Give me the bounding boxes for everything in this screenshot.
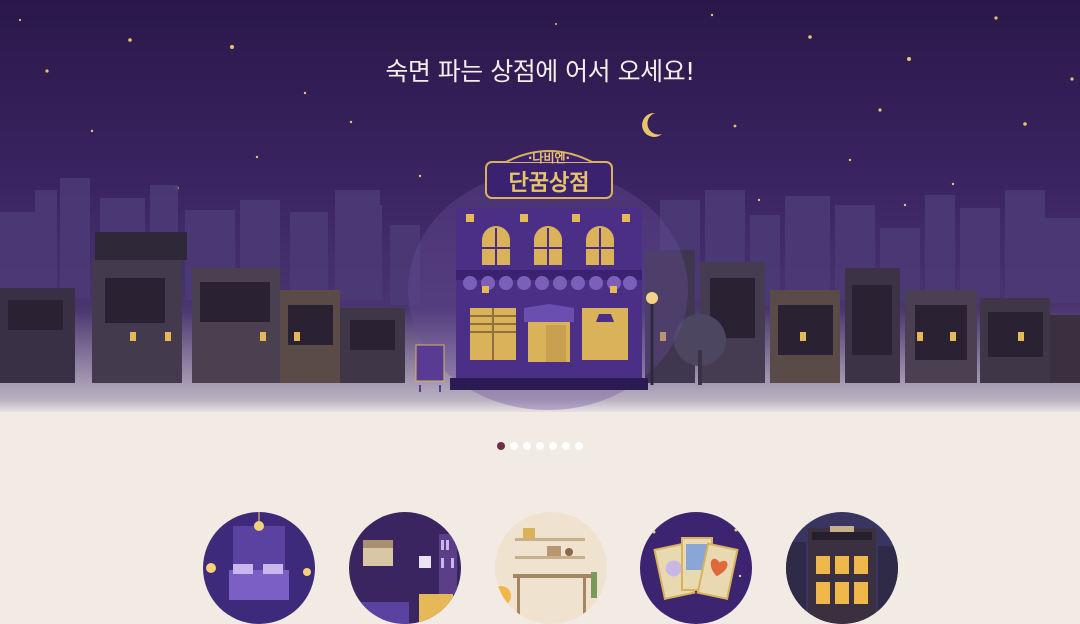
moon-icon [642,112,662,137]
carousel-dot[interactable] [497,442,505,450]
category-tarot[interactable] [640,512,752,624]
carousel-dot[interactable] [523,442,531,450]
carousel-dot[interactable] [510,442,518,450]
bedroom-night-icon [203,512,315,624]
svg-text:·나비엔·: ·나비엔· [528,150,570,165]
category-kitchen[interactable] [495,512,607,624]
kitchen-shelf-icon [495,512,607,624]
night-building-icon [786,512,898,624]
carousel-dot[interactable] [536,442,544,450]
hero-banner[interactable]: ·나비엔· 단꿈상점 숙면 파는 상점에 어서 오세요! [0,0,1080,412]
carousel-dot[interactable] [575,442,583,450]
tarot-cards-icon [640,512,752,624]
carousel-dot[interactable] [549,442,557,450]
carousel-dot[interactable] [562,442,570,450]
study-room-icon [349,512,461,624]
carousel-pagination [0,442,1080,452]
category-study[interactable] [349,512,461,624]
category-bedroom[interactable] [203,512,315,624]
category-thumbnails [0,512,1080,624]
svg-text:단꿈상점: 단꿈상점 [509,171,590,196]
category-building[interactable] [786,512,898,624]
hero-headline: 숙면 파는 상점에 어서 오세요! [385,57,695,86]
